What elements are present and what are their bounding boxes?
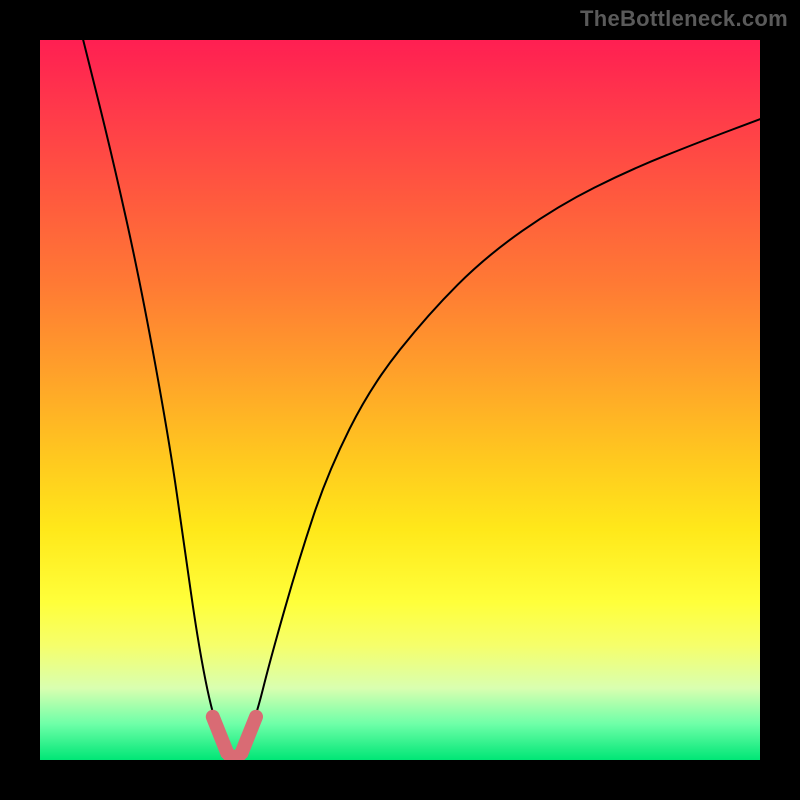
watermark-text: TheBottleneck.com (580, 6, 788, 32)
curve-layer (40, 40, 760, 760)
chart-frame: TheBottleneck.com (0, 0, 800, 800)
highlight-band (213, 717, 256, 760)
plot-area (40, 40, 760, 760)
bottleneck-curve (83, 40, 760, 758)
